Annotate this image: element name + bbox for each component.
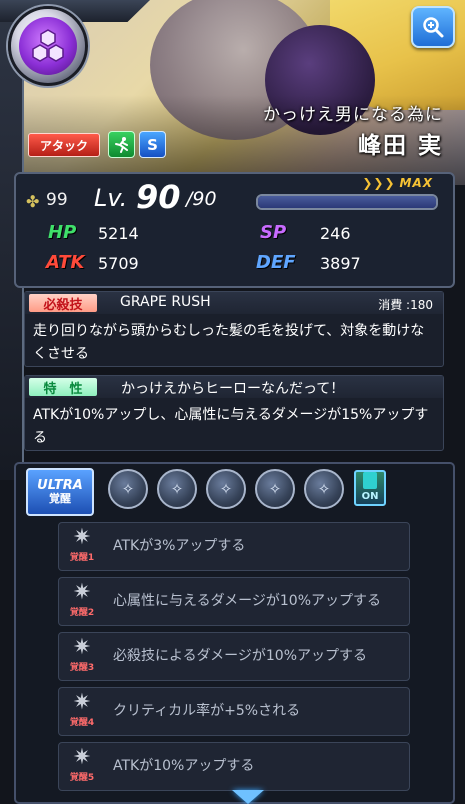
luck-value: 99: [46, 190, 68, 210]
character-title: かっけえ男になる為に: [263, 105, 443, 125]
awakening-item: ✷ 覚醒4 クリティカル率が+5%される: [58, 687, 410, 736]
special-move-panel: 必殺技 GRAPE RUSH 消費 :180 走り回りながら頭からむしった髪の毛…: [24, 291, 444, 367]
ability-panel: 特 性 かっけえからヒーローなんだって！ ATKが10%アップし、心属性に与える…: [24, 375, 444, 451]
special-move-cost: 消費 :180: [378, 298, 433, 312]
awakening-text: ATKが3%アップする: [113, 538, 246, 554]
awakening-star-icon: ✷: [72, 580, 92, 605]
special-move-tag: 必殺技: [29, 294, 97, 313]
rarity-badge: S: [139, 131, 166, 158]
awakening-text: クリティカル率が+5%される: [113, 703, 301, 719]
ultra-awakening-tag: ULTRA 覚醒: [26, 468, 94, 516]
level-label: Lv.: [94, 184, 128, 212]
card-toggle-icon: [363, 472, 377, 489]
exp-bar: [256, 194, 438, 210]
awakening-orb-icon[interactable]: ✧: [108, 469, 148, 509]
speed-runner-icon: [108, 131, 135, 158]
ability-description: ATKが10%アップし、心属性に与えるダメージが15%アップする: [33, 407, 429, 446]
element-tech-icon: [19, 17, 77, 75]
def-value: 3897: [320, 254, 361, 273]
awakening-orb-icon[interactable]: ✧: [255, 469, 295, 509]
awakening-orb-icon[interactable]: ✧: [304, 469, 344, 509]
atk-value: 5709: [98, 254, 139, 273]
awakening-text: ATKが10%アップする: [113, 758, 255, 774]
awakening-item: ✷ 覚醒5 ATKが10%アップする: [58, 742, 410, 791]
awakening-star-icon: ✷: [72, 690, 92, 715]
def-label: DEF: [256, 252, 296, 273]
awakening-item: ✷ 覚醒1 ATKが3%アップする: [58, 522, 410, 571]
awakening-text: 必殺技によるダメージが10%アップする: [113, 648, 367, 664]
special-move-name: GRAPE RUSH: [120, 294, 211, 310]
hp-label: HP: [48, 222, 77, 243]
awakening-list: ✷ 覚醒1 ATKが3%アップする ✷ 覚醒2 心属性に与えるダメージが10%アップ…: [58, 522, 410, 797]
character-name: 峰田 実: [357, 133, 443, 159]
awakening-orb-icon[interactable]: ✧: [157, 469, 197, 509]
card-toggle-button[interactable]: ON: [354, 470, 386, 506]
ability-tag: 特 性: [29, 378, 97, 397]
awakening-text: 心属性に与えるダメージが10%アップする: [113, 593, 381, 609]
awakening-star-icon: ✷: [72, 745, 92, 770]
awakening-orb-icon[interactable]: ✧: [206, 469, 246, 509]
sp-value: 246: [320, 224, 351, 243]
sp-label: SP: [260, 222, 287, 243]
scroll-down-icon[interactable]: [232, 790, 264, 804]
max-indicator: ❯❯❯ MAX: [362, 176, 433, 190]
zoom-icon: [423, 17, 444, 38]
clover-icon: ✤: [26, 192, 40, 211]
level-max: /90: [186, 188, 217, 210]
awakening-star-icon: ✷: [72, 525, 92, 550]
special-move-description: 走り回りながら頭からむしった髪の毛を投げて、対象を動けなくさせる: [33, 323, 425, 362]
hp-value: 5214: [98, 224, 139, 243]
ability-name: かっけえからヒーローなんだって！: [121, 381, 345, 397]
ultra-awakening-panel: ULTRA 覚醒 ✧ ✧ ✧ ✧ ✧ ON ✷ 覚醒1 ATKが3%アップする ✷…: [14, 462, 455, 804]
awakening-item: ✷ 覚醒3 必殺技によるダメージが10%アップする: [58, 632, 410, 681]
attack-type-badge: アタック: [28, 133, 100, 157]
awakening-star-icon: ✷: [72, 635, 92, 660]
awakening-item: ✷ 覚醒2 心属性に与えるダメージが10%アップする: [58, 577, 410, 626]
element-badge: [8, 6, 88, 86]
status-panel: ✤ 99 Lv. 90 /90 ❯❯❯ MAX HP 5214 SP 246 AT…: [14, 172, 455, 288]
atk-label: ATK: [46, 252, 85, 273]
level-value: 90: [136, 178, 181, 216]
zoom-button[interactable]: [411, 6, 455, 48]
